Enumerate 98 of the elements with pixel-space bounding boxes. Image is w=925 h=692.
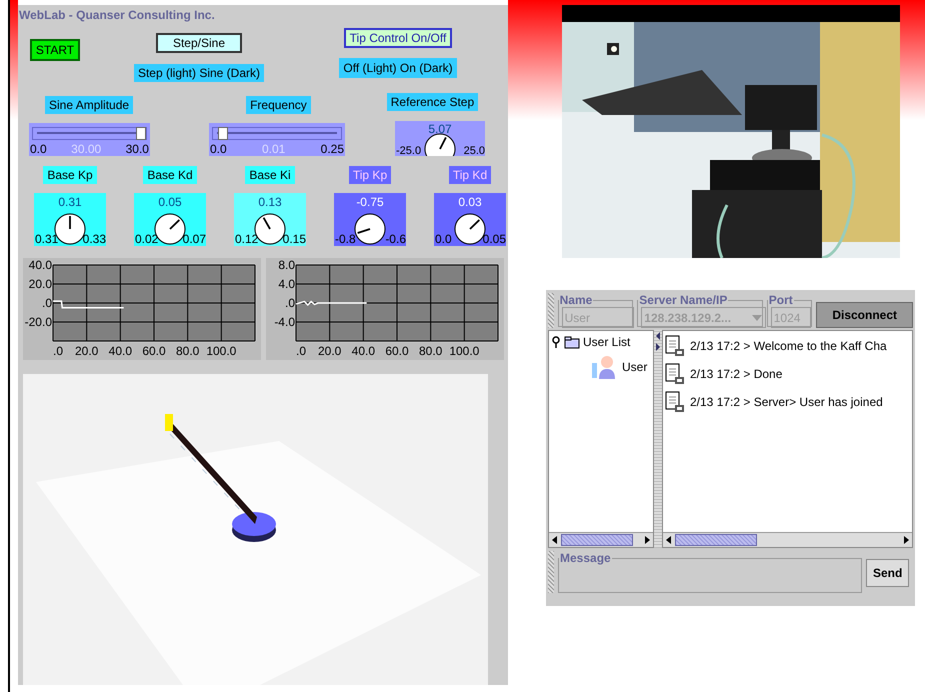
knob-label: Base Ki: [245, 166, 295, 184]
tick-label: .0: [53, 344, 64, 358]
knob-max: 0.05: [482, 232, 506, 246]
knob[interactable]: 5.07 -25.0 25.0: [395, 120, 485, 156]
toggle-button[interactable]: Step/Sine: [156, 32, 242, 53]
knob-max: 0.33: [82, 232, 106, 246]
knob-dial[interactable]: [424, 133, 456, 156]
slider-label: Frequency: [246, 96, 311, 114]
slider[interactable]: 0.0 0.01 0.25: [209, 122, 345, 156]
splitter-arrows-icon[interactable]: [655, 330, 661, 352]
tree-toggle-icon[interactable]: [551, 336, 561, 348]
field-label: Server Name/IP: [638, 293, 728, 307]
knob-label: Tip Kp: [348, 166, 392, 184]
data-line: [53, 300, 124, 308]
knob-value: -0.75: [356, 195, 384, 209]
slider-min: 0.0: [30, 142, 47, 156]
start-button[interactable]: START: [30, 38, 80, 61]
tick-label: 100.0: [449, 344, 480, 358]
scroll-thumb[interactable]: [561, 534, 633, 546]
knob-value: 0.31: [58, 195, 82, 209]
knob-min: 0.0: [435, 232, 452, 246]
horizontal-scrollbar[interactable]: [663, 532, 912, 547]
knob-label: Base Kp: [43, 166, 97, 184]
tick-label: 100.0: [206, 344, 236, 358]
knob-needle[interactable]: [262, 217, 271, 230]
knob[interactable]: -0.75 -0.8 -0.6: [334, 193, 406, 246]
tick-label: 80.0: [418, 344, 442, 358]
tick-label: .0: [296, 344, 306, 358]
disconnect-button[interactable]: Disconnect: [816, 302, 914, 328]
horizontal-scrollbar[interactable]: [549, 532, 653, 547]
slider-thumb[interactable]: [218, 126, 228, 140]
field-label: Name: [558, 293, 594, 307]
tick-label: 60.0: [142, 344, 166, 358]
knob-value: 0.03: [458, 195, 482, 209]
knob-value: 0.13: [258, 195, 282, 209]
knob[interactable]: 0.31 0.31 0.33: [34, 193, 106, 246]
tick-label: 40.0: [108, 344, 132, 358]
tick-label: -4.0: [274, 315, 295, 329]
grip-handle[interactable]: [548, 293, 554, 328]
tick-label: 4.0: [278, 277, 295, 291]
slider-value: 0.01: [262, 142, 286, 156]
chat-message: 2/13 17:2 > Done: [690, 367, 782, 381]
tick-label: 80.0: [176, 344, 200, 358]
tick-label: 60.0: [385, 344, 409, 358]
tree-item[interactable]: User: [622, 360, 648, 374]
scroll-thumb[interactable]: [675, 534, 757, 546]
message-icon: [665, 391, 685, 413]
slider-min: 0.0: [210, 142, 227, 156]
data-line: [296, 300, 367, 306]
chat-message: 2/13 17:2 > Server> User has joined: [690, 395, 883, 409]
slider-max: 30.0: [126, 142, 149, 156]
toggle-caption: Step (light) Sine (Dark): [134, 64, 264, 82]
grip-handle[interactable]: [548, 551, 554, 593]
folder-icon: [564, 336, 580, 348]
knob[interactable]: 0.03 0.0 0.05: [434, 193, 506, 246]
knob-min: 0.31: [35, 232, 58, 246]
toggle-caption: Off (Light) On (Dark): [339, 58, 457, 78]
knob-max: 25.0: [464, 144, 485, 157]
knob-dial[interactable]: [354, 214, 386, 244]
knob-min: 0.12: [235, 232, 258, 246]
message-icon: [665, 335, 685, 357]
knob-min: -0.8: [335, 232, 356, 246]
app-title: WebLab - Quanser Consulting Inc.: [18, 7, 216, 23]
slider-max: 0.25: [320, 142, 344, 156]
knob[interactable]: 0.05 0.02 0.07: [134, 193, 206, 246]
tick-label: 20.0: [74, 344, 98, 358]
tick-label: 20.0: [318, 344, 342, 358]
slider-label: Sine Amplitude: [45, 96, 134, 114]
tick-label: .0: [284, 296, 295, 310]
tick-label: 40.0: [352, 344, 376, 358]
knob-needle[interactable]: [439, 136, 447, 150]
tick-label: 8.0: [278, 258, 295, 272]
slider-thumb[interactable]: [136, 126, 146, 140]
knob-value: 5.07: [428, 122, 452, 136]
tree-item[interactable]: User List: [583, 335, 630, 349]
knob-max: 0.15: [282, 232, 306, 246]
tick-label: 40.0: [28, 258, 52, 272]
knob-value: 0.05: [158, 195, 182, 209]
knob-label: Tip Kd: [448, 166, 492, 184]
knob-min: -25.0: [396, 144, 422, 157]
knob-min: 0.02: [135, 232, 158, 246]
toggle-button[interactable]: Tip Control On/Off: [344, 28, 452, 48]
knob-needle[interactable]: [357, 228, 370, 234]
tick-label: -20.0: [24, 315, 52, 329]
tick-label: .0: [42, 296, 52, 310]
knob-label: Base Kd: [143, 166, 197, 184]
slider[interactable]: 0.0 30.00 30.0: [29, 122, 150, 156]
slider-value: 30.00: [71, 142, 102, 156]
knob-max: 0.07: [182, 232, 206, 246]
field-label: Port: [768, 293, 794, 307]
tick-label: 20.0: [28, 277, 52, 291]
chat-message: 2/13 17:2 > Welcome to the Kaff Cha: [690, 339, 887, 353]
knob-label: Reference Step: [386, 92, 478, 111]
knob-max: -0.6: [385, 232, 406, 246]
message-icon: [665, 363, 685, 385]
field-label: Message: [559, 551, 612, 565]
knob[interactable]: 0.13 0.12 0.15: [234, 193, 306, 246]
send-button[interactable]: Send: [866, 559, 909, 587]
